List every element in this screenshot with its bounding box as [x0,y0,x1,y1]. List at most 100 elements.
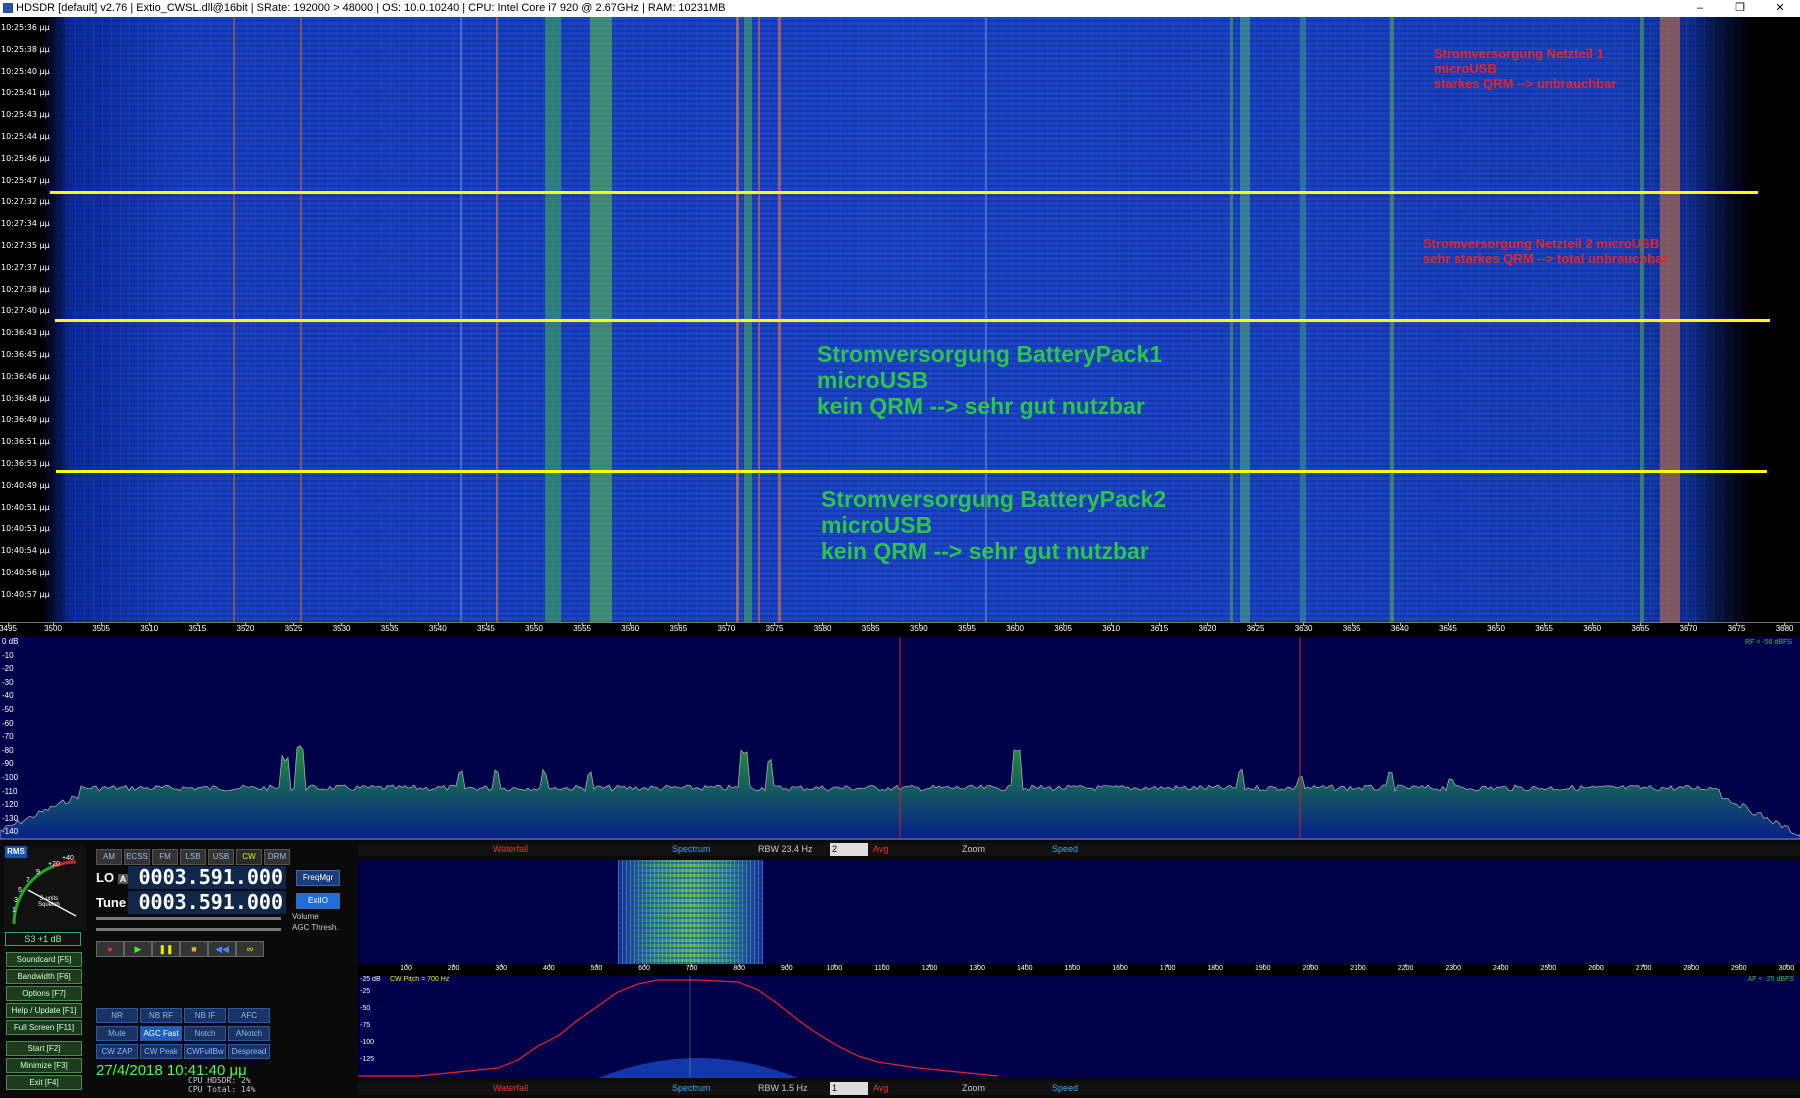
rbw-bottom[interactable]: RBW 1.5 Hz [758,1082,808,1095]
freq-tick: 3570 [717,623,736,633]
cw-pitch-label: CW Pitch = 700 Hz [390,976,450,983]
avg-select-top[interactable]: 2 [830,843,868,856]
db-label: 0 dB [2,637,19,646]
rewind-button[interactable]: ◀◀ [208,941,236,957]
db-label: -110 [2,786,18,796]
play-button[interactable]: ▶ [124,941,152,957]
nav-button[interactable]: Minimize [F3] [6,1058,82,1073]
waterfall-label-bottom[interactable]: Waterfall [493,1082,528,1095]
window-title: HDSDR [default] v2.76 | Extio_CWSL.dll@1… [16,2,726,14]
af-tick: 2400 [1493,964,1509,972]
timestamp-label: 10:40:53 μμ [1,524,50,534]
restore-window-button[interactable]: ❐ [1720,0,1760,17]
agc-threshold-slider[interactable] [96,928,281,931]
waterfall-label-top[interactable]: Waterfall [493,843,528,856]
mode-drm-button[interactable]: DRM [264,849,290,865]
af-spectrum[interactable]: -25 -50 -75 -100 -125 -25 dB CW Pitch = 700 … [358,976,1800,1078]
freq-tick: 3585 [861,623,880,633]
nav-button[interactable]: Soundcard [F5] [6,952,82,967]
mode-lsb-button[interactable]: LSB [180,849,206,865]
s-meter-label: S-units Squelch [38,896,60,908]
freq-tick: 3645 [1438,623,1457,633]
dsp-button[interactable]: ANotch [228,1026,270,1041]
db-label: -10 [2,650,14,660]
minimize-window-button[interactable]: – [1680,0,1720,17]
mode-am-button[interactable]: AM [96,849,122,865]
zoom-label-top[interactable]: Zoom [962,843,985,856]
close-window-button[interactable]: ✕ [1760,0,1800,17]
dsp-button[interactable]: CWFullBw [184,1044,226,1059]
af-tick: 1000 [826,964,843,972]
af-waterfall[interactable] [358,860,1800,964]
extio-button[interactable]: ExtIO [296,893,340,909]
af-level-readout: AF < -25 dBFS [1747,976,1795,983]
af-tick: 400 [542,964,555,972]
avg-select-bottom[interactable]: 1 [830,1082,868,1095]
freq-tick: 3660 [1583,623,1602,633]
lo-label: LO A [96,870,129,885]
freq-tick: 3500 [44,623,62,633]
db-label: -60 [2,718,14,728]
db-label: -80 [2,745,14,755]
nav-button[interactable]: Bandwidth [F6] [6,969,82,984]
timestamp-label: 10:25:41 μμ [1,88,50,98]
dsp-button[interactable]: AGC Fast [140,1026,182,1041]
nav-button[interactable]: Exit [F4] [6,1075,82,1090]
loop-button[interactable]: ∞ [236,941,264,957]
speed-label-top[interactable]: Speed [1052,843,1078,856]
lo-frequency-display[interactable]: 0003.591.000 [128,866,286,889]
rms-button[interactable]: RMS [5,846,27,858]
dsp-button[interactable]: NB RF [140,1008,182,1023]
annotation-netzteil2: Stromversorgung Netzteil 2 microUSB sehr… [1423,236,1668,266]
dsp-button[interactable]: Mute [96,1026,138,1041]
mode-fm-button[interactable]: FM [152,849,178,865]
spectrum-label-bottom[interactable]: Spectrum [672,1082,711,1095]
freq-tick: 3550 [525,623,543,633]
freq-tick: 3675 [1727,623,1746,633]
dsp-button[interactable]: Notch [184,1026,226,1041]
af-tick: 2800 [1683,964,1699,972]
dsp-button[interactable]: CW ZAP [96,1044,138,1059]
af-frequency-scale[interactable]: 100 200 300 400 500 600 700 800 900 1000 1100 1200 1… [358,964,1800,976]
freq-tick: 3665 [1631,623,1650,633]
record-button[interactable]: ● [96,941,124,957]
nav-button[interactable]: Options [F7] [6,986,82,1001]
app-icon [3,3,13,14]
timestamp-label: 10:36:43 μμ [1,328,50,338]
dsp-button[interactable]: NR [96,1008,138,1023]
spectrum-label-top[interactable]: Spectrum [672,843,711,856]
rbw-top[interactable]: RBW 23.4 Hz [758,843,813,856]
zoom-label-bottom[interactable]: Zoom [962,1082,985,1095]
freq-tick: 3620 [1198,623,1217,633]
waterfall-display[interactable]: 10:25:36 μμ 10:25:38 μμ 10:25:40 μμ 10:25:4… [0,17,1800,622]
s-meter-scale-9: 9 [36,869,40,876]
dsp-button[interactable]: AFC [228,1008,270,1023]
nav-button[interactable]: Help / Update [F1] [6,1003,82,1018]
tune-label: Tune [96,895,127,910]
s-meter: +40 +20 9 7 5 3 1 S-units Squelch [4,846,86,930]
af-tick: 1800 [1207,964,1223,972]
mode-usb-button[interactable]: USB [208,849,234,865]
dsp-button[interactable]: Despread [228,1044,270,1059]
mode-cw-button[interactable]: CW [236,849,262,865]
tune-frequency-display[interactable]: 0003.591.000 [128,891,286,914]
volume-slider[interactable] [96,917,281,920]
frequency-scale[interactable]: 3495 3500 3505 3510 3515 3520 3525 3530 3535 354… [0,622,1800,638]
dsp-button[interactable]: NB IF [184,1008,226,1023]
dsp-button[interactable]: CW Peak [140,1044,182,1059]
control-panel: +40 +20 9 7 5 3 1 S-units Squelch RMS S3… [0,839,1800,1098]
mode-ecss-button[interactable]: ECSS [124,849,150,865]
af-control-bar-top: Waterfall Spectrum RBW 23.4 Hz 2 Avg Zoo… [358,843,1800,856]
af-db-label: -125 [360,1056,375,1063]
pause-button[interactable]: ❚❚ [152,941,180,957]
db-label: -100 [2,773,19,782]
waterfall-timestamps: 10:25:36 μμ 10:25:38 μμ 10:25:40 μμ 10:25:4… [0,17,50,622]
freqmgr-button[interactable]: FreqMgr [296,870,340,886]
nav-button[interactable]: Full Screen [F11] [6,1020,82,1035]
speed-label-bottom[interactable]: Speed [1052,1082,1078,1095]
nav-button[interactable]: Start [F2] [6,1041,82,1056]
stop-button[interactable]: ■ [180,941,208,957]
s-meter-scale-20: +20 [48,861,60,868]
rf-spectrum[interactable]: 0 dB -10 -20 -30 -40 -50 -60 -70 -80 -90 -100 -110 -… [0,637,1800,839]
freq-tick: 3610 [1102,623,1121,633]
